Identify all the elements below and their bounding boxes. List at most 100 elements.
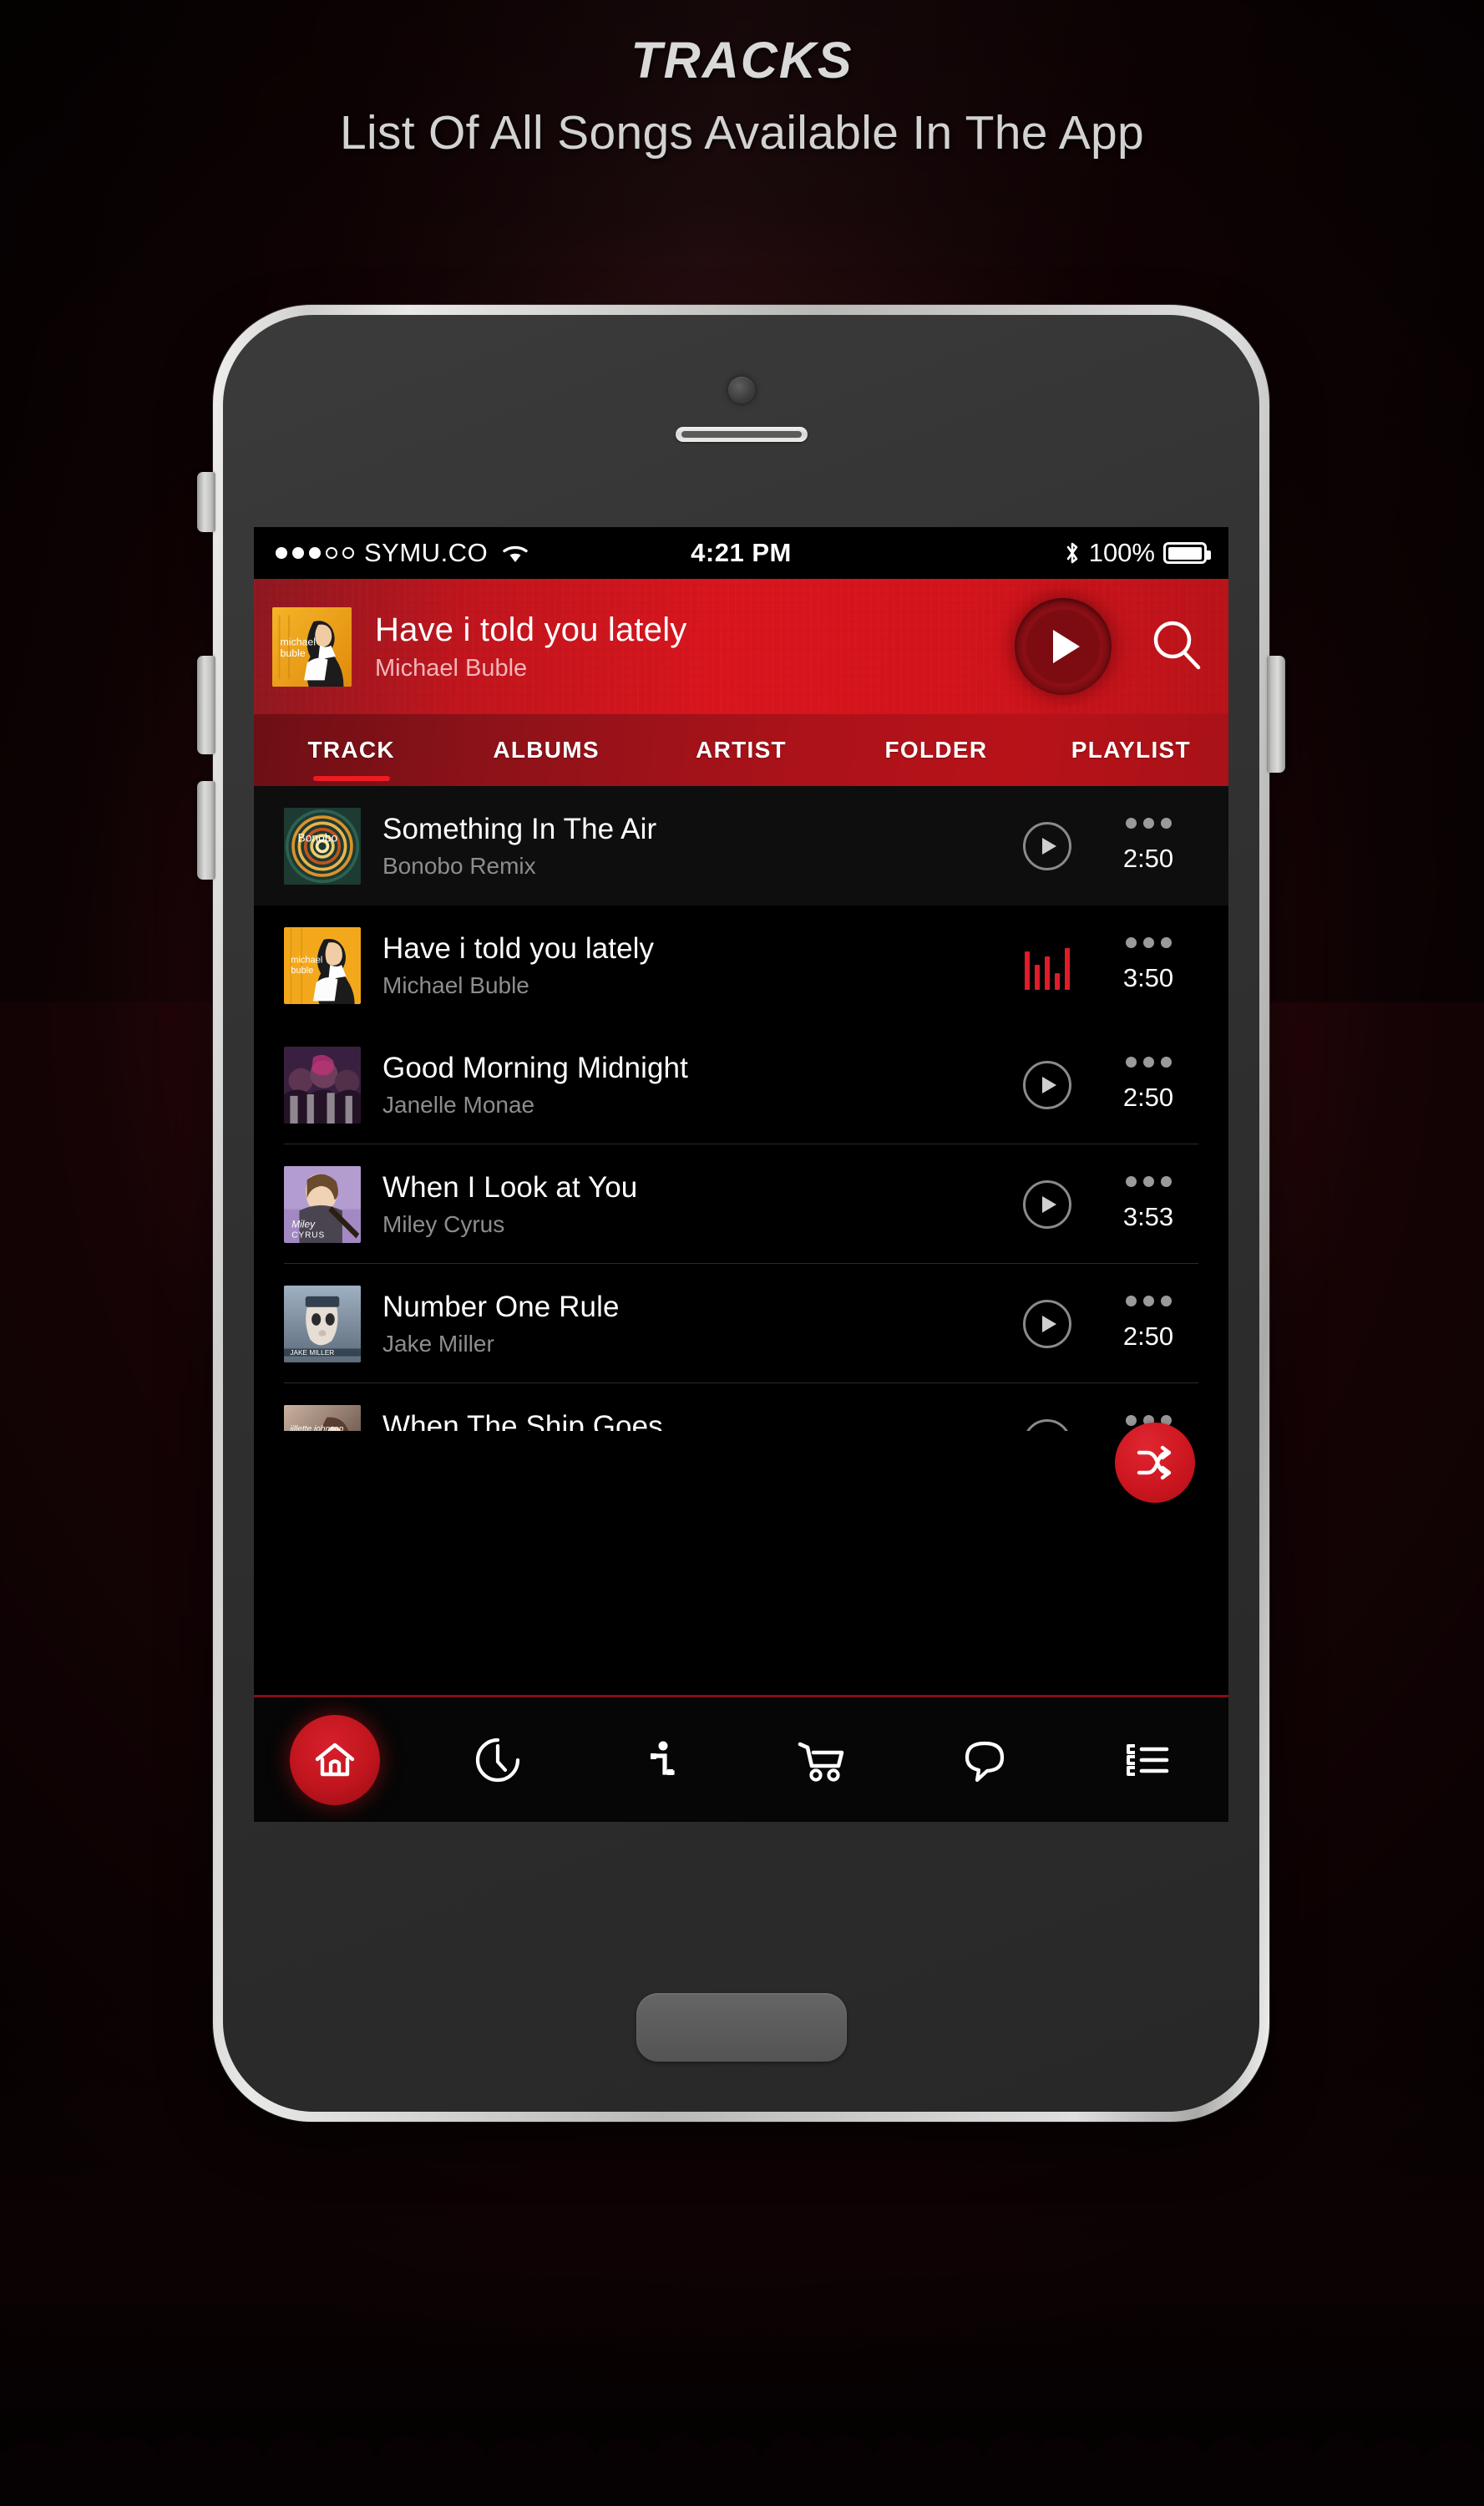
- table-row[interactable]: JAKE MILLER Number One Rule Jake Miller …: [254, 1264, 1228, 1383]
- earpiece-speaker: [675, 427, 808, 442]
- track-text: Something In The Air Bonobo Remix: [382, 813, 1001, 880]
- track-artist: Miley Cyrus: [382, 1210, 505, 1237]
- janelle-monae-album-art: [284, 1046, 361, 1124]
- now-playing-album-art: michael buble: [272, 606, 352, 687]
- equalizer-playing-icon: [1025, 941, 1070, 990]
- nav-item-playlist[interactable]: [1066, 1697, 1229, 1822]
- track-play-slot: [1001, 821, 1093, 870]
- nav-item-info[interactable]: [579, 1697, 742, 1822]
- shuffle-button[interactable]: [1115, 1423, 1195, 1503]
- tab-track[interactable]: TRACK: [254, 714, 448, 786]
- play-icon: [1042, 837, 1056, 855]
- track-artist: Jake Miller: [382, 1330, 494, 1357]
- svg-text:michael: michael: [281, 636, 317, 647]
- table-row[interactable]: Bonobo Something In The Air Bonobo Remix…: [254, 786, 1228, 906]
- track-play-slot: [1001, 941, 1093, 990]
- michael-buble-album-art: michael buble: [284, 926, 361, 1004]
- shuffle-icon: [1137, 1445, 1172, 1480]
- track-title: Number One Rule: [382, 1290, 620, 1323]
- table-row[interactable]: Good Morning Midnight Janelle Monae 2:50: [254, 1025, 1228, 1144]
- power-button[interactable]: [1267, 656, 1285, 773]
- nav-active-indicator: [290, 1714, 381, 1805]
- page-headline: TRACKS List Of All Songs Available In Th…: [0, 33, 1484, 160]
- jake-miller-album-art: JAKE MILLER: [284, 1285, 361, 1362]
- status-bar-clock: 4:21 PM: [691, 538, 792, 567]
- track-play-slot: [1001, 1060, 1093, 1109]
- track-list[interactable]: Bonobo Something In The Air Bonobo Remix…: [254, 786, 1228, 1431]
- list-bottom-fade: [254, 1661, 1228, 1695]
- signal-strength-icon: [276, 547, 354, 559]
- track-meta: 2:50: [1093, 1057, 1203, 1113]
- info-icon: [651, 1741, 675, 1775]
- page-subtitle: List Of All Songs Available In The App: [339, 106, 1145, 160]
- svg-text:Bonobo: Bonobo: [298, 831, 338, 844]
- svg-text:jillette johnson: jillette johnson: [288, 1424, 343, 1431]
- track-text: Good Morning Midnight Janelle Monae: [382, 1052, 1001, 1119]
- track-artist: Bonobo Remix: [382, 852, 536, 879]
- table-row[interactable]: Miley CYRUS When I Look at You Miley Cyr…: [254, 1144, 1228, 1264]
- nav-item-recent[interactable]: [417, 1697, 580, 1822]
- track-more-options-icon[interactable]: [1125, 818, 1172, 829]
- track-duration: 2:50: [1122, 844, 1174, 873]
- play-icon: [1042, 1076, 1056, 1093]
- home-button[interactable]: [636, 1993, 847, 2062]
- miley-cyrus-album-art: Miley CYRUS: [284, 1165, 361, 1243]
- silent-switch-button[interactable]: [197, 472, 215, 532]
- track-artist: Janelle Monae: [382, 1091, 535, 1118]
- track-play-button[interactable]: [1023, 1179, 1071, 1229]
- track-play-slot: [1001, 1299, 1093, 1348]
- track-more-options-icon[interactable]: [1125, 1057, 1172, 1068]
- now-playing-text: Have i told you lately Michael Buble: [375, 611, 1015, 682]
- tab-albums[interactable]: ALBUMS: [448, 714, 643, 786]
- battery-full-icon: [1163, 542, 1211, 564]
- track-meta: 2:50: [1093, 1296, 1203, 1352]
- chat-bubble-icon: [965, 1741, 1005, 1782]
- status-bar-right: 100%: [1064, 538, 1211, 568]
- tab-artist[interactable]: ARTIST: [644, 714, 838, 786]
- jillette-johnson-album-art: jillette johnson: [284, 1404, 361, 1431]
- track-play-button[interactable]: [1023, 1060, 1071, 1109]
- track-artist: Michael Buble: [382, 971, 529, 998]
- track-title: Something In The Air: [382, 812, 657, 845]
- front-camera-icon: [727, 377, 755, 403]
- search-icon[interactable]: [1147, 616, 1207, 677]
- crowd-silhouette-icon: [0, 2430, 1484, 2506]
- page-title: TRACKS: [631, 32, 853, 89]
- nav-item-chat[interactable]: [904, 1697, 1066, 1822]
- shopping-cart-icon: [798, 1742, 844, 1782]
- phone-mockup: SYMU.CO 4:21 PM 100% michael buble Have …: [197, 305, 1285, 2122]
- volume-up-button[interactable]: [197, 656, 215, 754]
- play-icon: [1042, 1315, 1056, 1332]
- svg-text:Miley: Miley: [291, 1218, 316, 1230]
- now-playing-title: Have i told you lately: [375, 611, 687, 648]
- track-meta: 3:53: [1093, 1176, 1203, 1232]
- category-tab-bar[interactable]: TRACK ALBUMS ARTIST FOLDER PLAYLIST: [254, 714, 1228, 786]
- track-play-button[interactable]: [1023, 821, 1071, 870]
- battery-percent-label: 100%: [1088, 538, 1155, 567]
- track-more-options-icon[interactable]: [1125, 1296, 1172, 1306]
- home-icon: [316, 1743, 355, 1776]
- table-row[interactable]: michael buble Have i told you lately Mic…: [254, 906, 1228, 1025]
- bottom-navigation-bar[interactable]: [254, 1695, 1228, 1822]
- play-button[interactable]: [1015, 598, 1112, 695]
- svg-text:JAKE MILLER: JAKE MILLER: [290, 1348, 334, 1356]
- track-more-options-icon[interactable]: [1125, 1176, 1172, 1187]
- volume-down-button[interactable]: [197, 781, 215, 880]
- track-title: When I Look at You: [382, 1170, 638, 1204]
- tab-playlist[interactable]: PLAYLIST: [1034, 714, 1228, 786]
- track-text: When The Ship Goes Jillette Johnson: [382, 1410, 1001, 1432]
- nav-item-store[interactable]: [742, 1697, 904, 1822]
- tab-folder[interactable]: FOLDER: [838, 714, 1033, 786]
- playlist-list-icon: [1126, 1743, 1169, 1776]
- nav-item-home[interactable]: [254, 1697, 417, 1822]
- track-duration: 3:53: [1122, 1202, 1174, 1231]
- track-more-options-icon[interactable]: [1125, 937, 1172, 948]
- track-play-button[interactable]: [1023, 1299, 1071, 1348]
- track-title: Good Morning Midnight: [382, 1051, 688, 1084]
- track-title: Have i told you lately: [382, 931, 655, 965]
- track-play-button[interactable]: [1023, 1418, 1071, 1431]
- track-title: When The Ship Goes: [382, 1409, 663, 1432]
- now-playing-bar[interactable]: michael buble Have i told you lately Mic…: [254, 579, 1228, 714]
- bluetooth-icon: [1066, 542, 1078, 564]
- table-row[interactable]: jillette johnson When The Ship Goes Jill…: [254, 1383, 1228, 1431]
